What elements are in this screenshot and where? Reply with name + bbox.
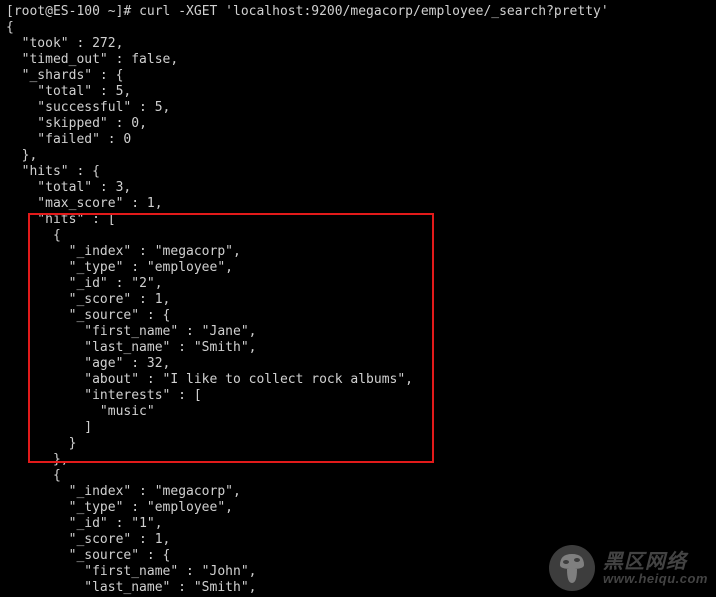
shell-prompt: [root@ES-100 ~]# <box>6 4 131 19</box>
json-response: { "took" : 272, "timed_out" : false, "_s… <box>6 20 413 597</box>
terminal-output[interactable]: [root@ES-100 ~]# curl -XGET 'localhost:9… <box>0 0 716 597</box>
shell-command: curl -XGET 'localhost:9200/megacorp/empl… <box>139 4 609 19</box>
